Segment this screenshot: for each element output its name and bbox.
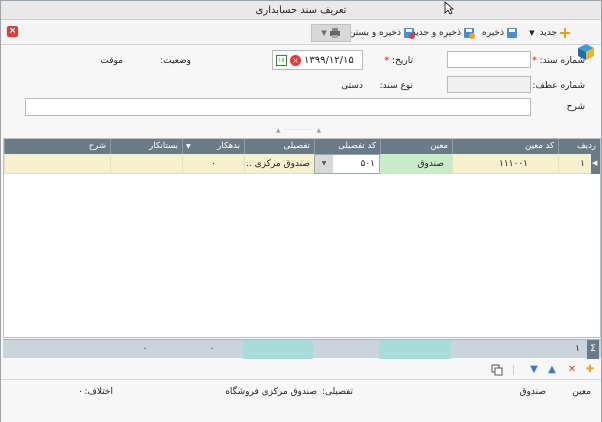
save-button[interactable]: ذخیره: [482, 25, 518, 41]
status-value: موقت: [100, 56, 123, 66]
doc-number-input[interactable]: [447, 51, 531, 68]
date-label: تاریخ: *: [384, 56, 413, 66]
voucher-window: تعریف سند حسابداری جدید ▼ ذخیره ذخیره و …: [0, 0, 602, 422]
description-label: شرح: [566, 102, 585, 112]
sort-down-icon: ▼: [186, 143, 191, 150]
row-pointer-icon: ◀: [592, 159, 598, 167]
footer-credit-total: ۰: [142, 344, 148, 354]
date-field[interactable]: ۱۷ × ۱۳۹۹/۱۲/۱۵: [272, 50, 363, 70]
ref-number-label: شماره عطف: *: [525, 81, 585, 91]
col-header-moein[interactable]: معین: [380, 139, 452, 154]
cell-credit[interactable]: [110, 154, 182, 174]
doc-type-value: دستی: [341, 81, 363, 91]
add-row-icon[interactable]: ✚: [584, 364, 596, 376]
footer-row-count: ۱: [575, 344, 580, 354]
col-header-moein-code[interactable]: کد معین: [452, 139, 558, 154]
cell-desc[interactable]: [4, 154, 110, 174]
col-header-tafsili-code[interactable]: کد تفصیلی: [314, 139, 380, 154]
close-icon[interactable]: ×: [7, 26, 18, 37]
move-down-icon[interactable]: ▼: [528, 364, 540, 376]
col-header-row[interactable]: ردیف: [558, 139, 600, 154]
col-header-desc[interactable]: شرح: [4, 139, 110, 154]
clear-date-icon[interactable]: ×: [290, 54, 301, 66]
row-navigator: ✚ ✕ ▲ ▼: [1, 361, 601, 379]
save-close-label: ذخیره و بستن: [348, 28, 401, 38]
status-moein-value: صندوق: [519, 387, 546, 397]
footer-debit-total: ۰: [209, 344, 215, 354]
toolbar-divider: [513, 365, 514, 375]
print-dropdown-icon: ▼: [321, 29, 327, 37]
sigma-icon: Σ: [587, 340, 599, 359]
delete-row-icon[interactable]: ✕: [566, 364, 578, 376]
move-up-icon[interactable]: ▲: [546, 364, 558, 376]
copy-row-icon[interactable]: [491, 364, 503, 376]
status-moein-label: معین: [572, 387, 591, 397]
calendar-icon[interactable]: ۱۷: [276, 54, 287, 66]
save-icon: [506, 27, 518, 39]
save-new-button[interactable]: ذخیره و جدید: [411, 25, 475, 41]
cell-tafsili[interactable]: صندوق مرکزی ...: [244, 154, 314, 174]
description-input[interactable]: [25, 98, 531, 116]
status-tafsili-label: تفصیلی:: [321, 387, 353, 397]
save-new-icon: [463, 27, 475, 39]
print-button[interactable]: ▼: [311, 24, 351, 42]
cell-moein[interactable]: صندوق: [380, 154, 452, 174]
cell-tafsili-code-editor[interactable]: ▼ ۵۰۱: [314, 154, 380, 174]
ref-number-input[interactable]: [447, 76, 531, 93]
save-close-icon: [403, 27, 415, 39]
cell-moein-code[interactable]: ۱۱۱۰۰۱: [452, 154, 558, 174]
grid-summary-footer: Σ ۱ ۰ ۰: [3, 339, 601, 359]
mouse-cursor-icon: [444, 1, 454, 15]
plus-icon: [559, 27, 571, 39]
voucher-items-grid: ردیف کد معین معین کد تفصیلی تفصیلی بدهکا…: [3, 138, 601, 338]
save-close-button[interactable]: ذخیره و بستن: [349, 25, 415, 41]
grid-header: ردیف کد معین معین کد تفصیلی تفصیلی بدهکا…: [4, 139, 600, 154]
row-indicator: ◀: [591, 154, 600, 174]
printer-icon: [329, 27, 341, 39]
new-button[interactable]: جدید ▼: [529, 25, 571, 41]
doc-type-label: نوع سند:: [379, 81, 413, 91]
save-label: ذخیره: [482, 28, 504, 38]
cell-row[interactable]: ۱: [558, 154, 591, 174]
footer-moein-cell: [379, 340, 451, 359]
new-label: جدید: [539, 28, 557, 38]
cell-debit[interactable]: ۰: [182, 154, 244, 174]
table-row[interactable]: ◀ ۱ ۱۱۱۰۰۱ صندوق ▼ ۵۰۱ صندوق مرکزی ... ۰: [4, 154, 600, 174]
save-new-label: ذخیره و جدید: [411, 28, 461, 38]
tafsili-code-value: ۵۰۱: [360, 159, 375, 169]
status-diff-value: ۰: [78, 387, 83, 397]
col-header-credit[interactable]: بستانکار: [110, 139, 182, 154]
dropdown-icon[interactable]: ▼: [315, 155, 333, 173]
date-value: ۱۳۹۹/۱۲/۱۵: [304, 54, 354, 66]
chevron-down-icon[interactable]: ▼: [529, 29, 534, 37]
status-label: وضعیت:: [160, 56, 191, 66]
panel-splitter[interactable]: ▲ ·········· ▲: [276, 127, 322, 134]
status-tafsili-value: صندوق مرکزی فروشگاه: [225, 387, 317, 397]
status-diff-label: اختلاف:: [84, 387, 113, 397]
toolbar: جدید ▼ ذخیره ذخیره و جدید ذخیره و بستن ▼: [1, 21, 601, 60]
col-header-debit[interactable]: بدهکار ▼: [182, 139, 244, 154]
doc-number-label: شماره سند: *: [532, 56, 585, 66]
window-title: تعریف سند حسابداری: [1, 1, 601, 20]
status-panel: معین صندوق تفصیلی: صندوق مرکزی فروشگاه ا…: [1, 379, 601, 422]
footer-tafsili-cell: [243, 340, 313, 359]
voucher-header-form: شماره سند: * تاریخ: * ۱۷ × ۱۳۹۹/۱۲/۱۵ وض…: [1, 46, 601, 126]
col-header-tafsili[interactable]: تفصیلی: [244, 139, 314, 154]
